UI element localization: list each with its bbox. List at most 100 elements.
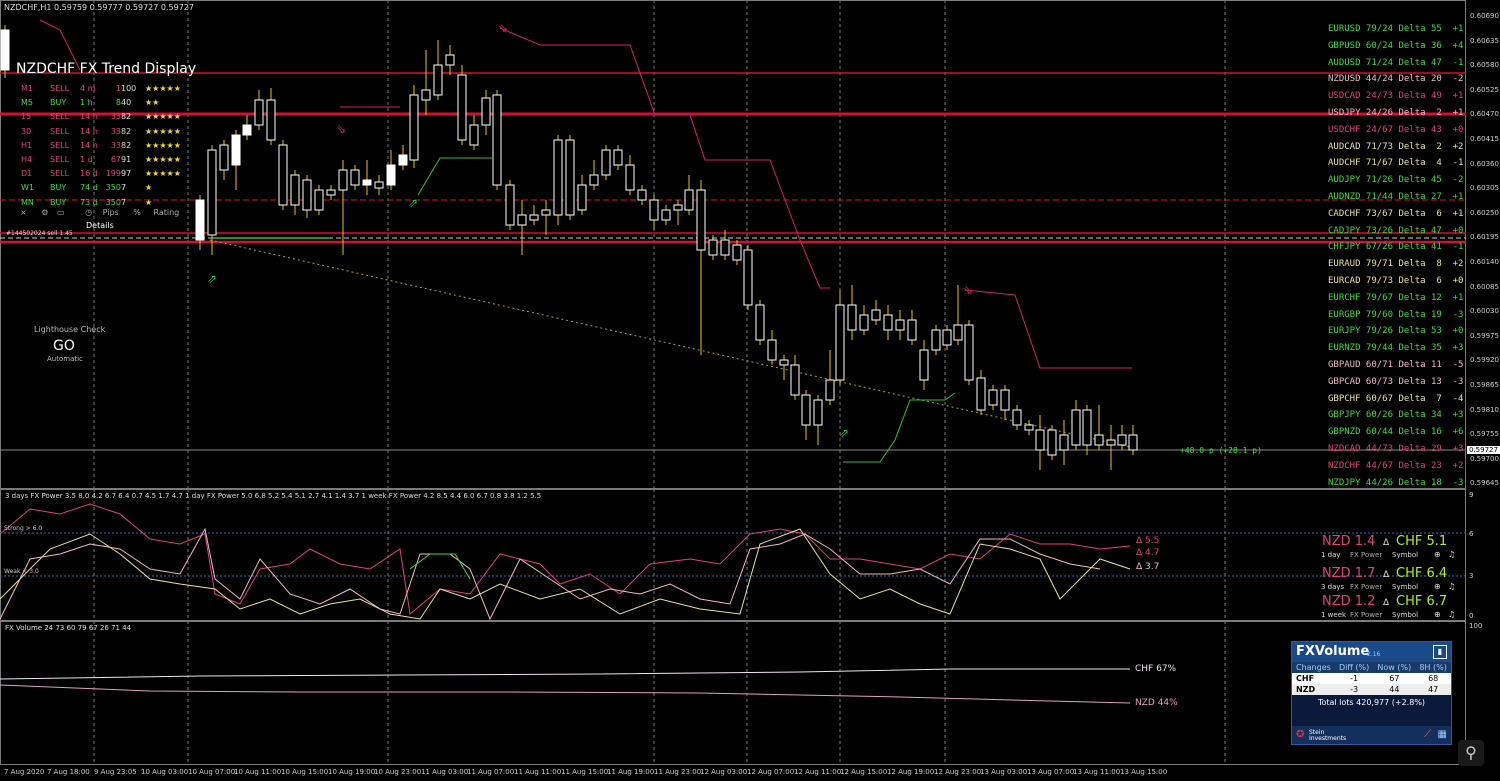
chart-icon[interactable]: ▮: [1433, 645, 1447, 659]
trend-row-stars: ★★: [145, 98, 160, 108]
time-tick: 10 Aug 11:00: [234, 768, 282, 776]
time-tick: 12 Aug 11:00: [794, 768, 842, 776]
trend-row-direction: SELL: [50, 126, 70, 136]
power-delta-symbol: Δ: [1383, 570, 1390, 580]
trend-line: [209, 239, 1131, 448]
candle-body: [847, 304, 857, 331]
candle-body: [266, 99, 276, 141]
candle-body: [1071, 409, 1081, 446]
close-icon[interactable]: ×: [20, 208, 27, 217]
delta-row: NZDUSD 44/24 Delta 20 -2: [1328, 74, 1464, 85]
price-tick: 0.60470: [1470, 110, 1499, 119]
price-tick: 0.59755: [1470, 430, 1499, 439]
candle-body: [1082, 409, 1092, 446]
trend-row-age: 14 h: [80, 112, 98, 122]
widget-version: 2.16: [1367, 651, 1381, 658]
power-line-nzd: [0, 503, 1131, 615]
candle-body: [1024, 424, 1034, 431]
power-symbol-label: Symbol: [1392, 611, 1419, 619]
row-nzd-name: NZD: [1296, 685, 1316, 694]
percent-label[interactable]: %: [133, 208, 141, 217]
pin-icon[interactable]: ▭: [57, 208, 65, 217]
candle-body: [242, 124, 252, 136]
trend-row-pips: 350: [105, 197, 121, 207]
power-chf-value: CHF 6.4: [1396, 566, 1448, 581]
candle-body: [1035, 429, 1045, 451]
candle-body: [492, 94, 502, 186]
candle-body: [1059, 434, 1069, 451]
candle-body: [673, 204, 683, 211]
time-tick: 11 Aug 23:00: [654, 768, 702, 776]
power-axis-0: 0: [1469, 612, 1474, 620]
candle-body: [421, 89, 431, 101]
delta-row: GBPUSD 60/24 Delta 36 +4: [1328, 40, 1464, 51]
time-tick: 7 Aug 2020: [4, 768, 45, 776]
candle-body: [767, 339, 777, 361]
candle-body: [409, 94, 419, 161]
row-chf-diff: -1: [1350, 674, 1359, 683]
delta-row: EURNZD 79/44 Delta 35 +3: [1328, 343, 1464, 354]
col-changes: Changes: [1296, 663, 1331, 672]
trend-row-pips: 67: [110, 155, 121, 164]
power-symbol-label: Symbol: [1392, 583, 1419, 591]
trend-row-tf: MN: [21, 197, 34, 207]
trend-row-stars: ★★★★★: [145, 126, 181, 136]
clock-icon[interactable]: ◷: [85, 208, 92, 217]
time-tick: 10 Aug 23:00: [374, 768, 422, 776]
candle-body: [883, 314, 893, 331]
candle-body: [278, 144, 288, 206]
power-nzd-value: NZD 1.2: [1322, 594, 1376, 609]
support-line: [417, 157, 492, 196]
volume-nzd-label: NZD 44%: [1135, 698, 1178, 708]
price-tick: 0.60195: [1470, 233, 1499, 242]
trend-row-direction: SELL: [50, 112, 70, 122]
candle-body: [661, 209, 671, 221]
candle-body: [601, 149, 611, 176]
candle-body: [254, 99, 264, 126]
profit-label: +48.0 p (+28.1 p): [1180, 446, 1262, 455]
settings-icon[interactable]: ⚙: [41, 208, 48, 217]
trend-row-percent: 7: [121, 183, 127, 193]
sell-arrow-icon: ⇘: [336, 122, 346, 136]
candle-body: [374, 181, 384, 189]
candle-body: [457, 74, 467, 141]
candle-body: [577, 184, 587, 211]
grid-icon[interactable]: ▦: [1438, 729, 1447, 740]
time-tick: 10 Aug 15:00: [281, 768, 329, 776]
price-tick: 0.60250: [1470, 208, 1499, 217]
time-tick: 12 Aug 23:00: [934, 768, 982, 776]
price-tick: 0.60085: [1470, 282, 1499, 291]
volume-chf-label: CHF 67%: [1135, 664, 1177, 674]
power-period: 1 week: [1321, 611, 1347, 619]
row-nzd-8h: 47: [1428, 685, 1439, 694]
candle-body: [469, 124, 479, 146]
candle-body: [195, 199, 205, 241]
candle-body: [942, 329, 952, 346]
price-tick: 0.59810: [1470, 405, 1499, 414]
buy-arrow-icon: ⇗: [207, 272, 217, 286]
candle-body: [755, 304, 765, 341]
zoom-icon[interactable]: ⚲: [1458, 740, 1484, 766]
candle-body: [720, 239, 730, 256]
trend-row-age: 14 h: [80, 140, 98, 150]
trend-row-stars: ★: [145, 197, 153, 207]
delta-row: EURGBP 79/60 Delta 19 -3: [1328, 309, 1464, 320]
time-tick: 13 Aug 03:00: [980, 768, 1028, 776]
candle-body: [649, 199, 659, 221]
time-tick: 10 Aug 03:00: [141, 768, 189, 776]
time-tick: 13 Aug 07:00: [1027, 768, 1075, 776]
candle-body: [779, 359, 789, 366]
widget-table: Changes Diff (%) Now (%) 8H (%) CHF -1 6…: [1292, 662, 1451, 695]
candle-body: [919, 349, 929, 381]
price-tick: 0.59975: [1470, 331, 1499, 340]
delta-row: AUDUSD 71/24 Delta 47 -1: [1328, 57, 1464, 68]
trend-icon[interactable]: ⟋: [1424, 729, 1431, 740]
candle-body: [350, 169, 360, 186]
fx-volume-widget[interactable]: FXVolume 2.16 ▮ Changes Diff (%) Now (%)…: [1291, 641, 1452, 745]
time-tick: 12 Aug 03:00: [700, 768, 748, 776]
pips-label[interactable]: Pips: [103, 208, 119, 217]
power-delta-3: Δ 3.7: [1136, 562, 1160, 572]
details-button[interactable]: Details: [86, 221, 114, 230]
delta-row: EURJPY 79/26 Delta 53 +0: [1328, 326, 1464, 337]
rating-label[interactable]: Rating: [153, 208, 179, 217]
